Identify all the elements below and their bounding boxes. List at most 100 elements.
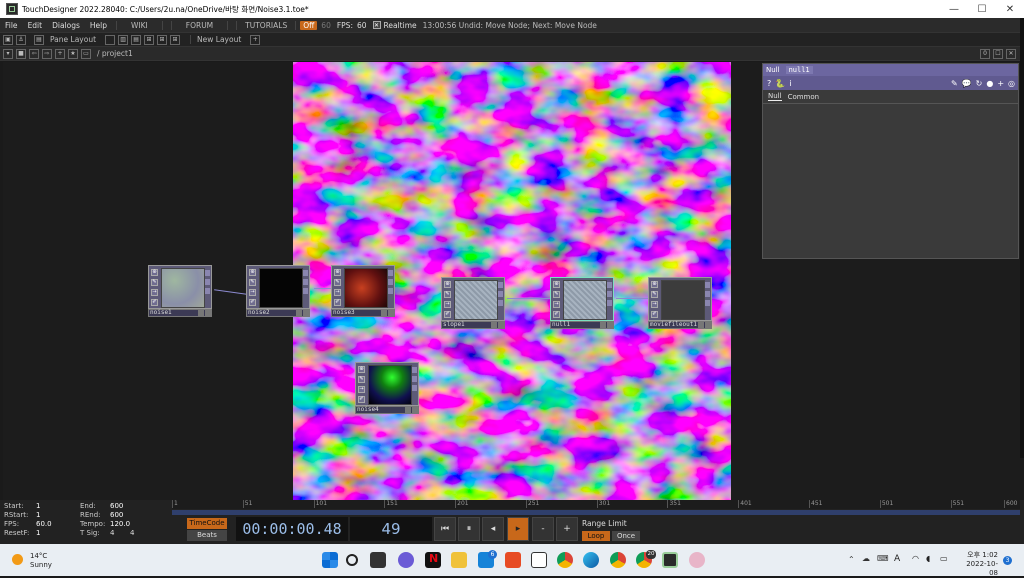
- notion-icon[interactable]: [531, 552, 547, 568]
- menu-dialogs[interactable]: Dialogs: [47, 21, 85, 30]
- tsig-label: T Sig:: [80, 529, 100, 537]
- stop-icon[interactable]: ■: [16, 48, 26, 59]
- pause-button[interactable]: ⏸: [458, 517, 480, 541]
- scrollbar[interactable]: [1020, 18, 1024, 458]
- maximize-pane-icon[interactable]: ☐: [993, 48, 1003, 59]
- pane-split-icon[interactable]: ▣: [3, 34, 13, 45]
- task-view-icon[interactable]: [370, 552, 386, 568]
- target-icon[interactable]: ◎: [1008, 79, 1015, 88]
- ruler-tick: 251: [525, 500, 540, 508]
- beats-toggle[interactable]: Beats: [187, 530, 227, 541]
- notification-badge[interactable]: 3: [1003, 556, 1012, 565]
- comment-icon[interactable]: 💬: [962, 79, 972, 88]
- back-icon[interactable]: ⇦: [29, 48, 39, 59]
- pane-layout-button[interactable]: Pane Layout: [44, 35, 102, 44]
- folder-icon[interactable]: ▭: [81, 48, 91, 59]
- layout-2-icon[interactable]: ▥: [118, 34, 129, 45]
- chrome-profile-icon[interactable]: [610, 552, 626, 568]
- add-icon[interactable]: +: [997, 79, 1004, 88]
- menu-edit[interactable]: Edit: [23, 21, 48, 30]
- wiki-button[interactable]: WIKI: [116, 20, 163, 30]
- tutorials-button[interactable]: TUTORIALS: [236, 20, 297, 30]
- info-icon[interactable]: i: [789, 79, 791, 88]
- close-pane-icon[interactable]: ✕: [1006, 48, 1016, 59]
- edge-icon[interactable]: [583, 552, 599, 568]
- once-button[interactable]: Once: [612, 531, 640, 541]
- step-forward-button[interactable]: +: [556, 517, 578, 541]
- file-explorer-icon[interactable]: [451, 552, 467, 568]
- rstart-field[interactable]: 1: [36, 511, 80, 520]
- ime-indicator[interactable]: A: [894, 554, 900, 564]
- start-field[interactable]: 1: [36, 502, 80, 511]
- keyboard-icon[interactable]: ⌨: [877, 554, 889, 563]
- minimize-button[interactable]: —: [940, 0, 968, 18]
- battery-icon[interactable]: ▭: [940, 554, 948, 563]
- perf-mode-badge[interactable]: Off: [300, 20, 318, 30]
- menu-file[interactable]: File: [0, 21, 23, 30]
- app-icon[interactable]: [689, 552, 705, 568]
- layout-6-icon[interactable]: ⊞: [170, 34, 181, 45]
- operator-name-field[interactable]: null1: [785, 66, 813, 74]
- tsig-field-1[interactable]: 4: [110, 529, 130, 538]
- tsig-field-2[interactable]: 4: [130, 529, 134, 538]
- netflix-icon[interactable]: N: [425, 552, 441, 568]
- close-button[interactable]: ✕: [996, 0, 1024, 18]
- loop-button[interactable]: Loop: [582, 531, 610, 541]
- chevron-down-icon[interactable]: ▾: [3, 48, 13, 59]
- chrome-icon[interactable]: [557, 552, 573, 568]
- add-layout-button[interactable]: +: [250, 34, 261, 45]
- timeline-range-bar[interactable]: [172, 510, 1020, 515]
- new-layout-button[interactable]: New Layout: [190, 35, 247, 44]
- layout-3-icon[interactable]: ▤: [131, 34, 142, 45]
- edit-icon[interactable]: ✎: [951, 79, 958, 88]
- timeline-ruler[interactable]: 1 51 101 151 201 251 301 351 401 451 501 551 600: [172, 500, 1020, 509]
- search-icon[interactable]: [346, 554, 358, 566]
- add-operator-icon[interactable]: +: [55, 48, 65, 59]
- help-icon[interactable]: ?: [767, 79, 771, 88]
- counter-box: 0: [980, 48, 990, 59]
- anchor-icon[interactable]: ⚓: [16, 34, 26, 45]
- wire-slope1-null1: [507, 298, 551, 299]
- weather-widget[interactable]: 14°C Sunny: [30, 552, 52, 570]
- tab-null[interactable]: Null: [768, 92, 782, 101]
- date: 2022-10-08: [966, 560, 998, 577]
- wifi-icon[interactable]: ◠: [912, 554, 919, 563]
- step-back-button[interactable]: -: [532, 517, 554, 541]
- maximize-button[interactable]: ☐: [968, 0, 996, 18]
- cloud-icon[interactable]: ☁: [862, 554, 870, 563]
- ruler-tick: 401: [738, 500, 752, 508]
- layout-4-icon[interactable]: ⊞: [144, 34, 155, 45]
- timecode-toggle[interactable]: TimeCode: [187, 518, 227, 529]
- fps-field[interactable]: 60.0: [36, 520, 80, 529]
- volume-icon[interactable]: ◖: [926, 554, 930, 563]
- rend-field[interactable]: 600: [110, 511, 154, 520]
- play-button[interactable]: ▸: [507, 517, 529, 541]
- refresh-icon[interactable]: ↻: [976, 79, 983, 88]
- rstart-label: RStart:: [4, 511, 29, 519]
- forward-icon[interactable]: ⇨: [42, 48, 52, 59]
- network-path[interactable]: / project1: [91, 49, 139, 58]
- clock[interactable]: 오후 1:02 2022-10-08: [958, 551, 998, 578]
- timecode-display[interactable]: 00:00:00.48: [236, 517, 348, 541]
- realtime-checkbox[interactable]: ✕: [372, 21, 381, 29]
- tab-common[interactable]: Common: [788, 93, 820, 101]
- tempo-field[interactable]: 120.0: [110, 520, 154, 529]
- layout-1-icon[interactable]: [105, 34, 116, 45]
- python-icon[interactable]: 🐍: [775, 79, 785, 88]
- office-icon[interactable]: [505, 552, 521, 568]
- chat-icon[interactable]: [398, 552, 414, 568]
- chevron-up-icon[interactable]: ⌃: [848, 555, 855, 564]
- forum-button[interactable]: FORUM: [170, 20, 229, 30]
- start-icon[interactable]: [322, 552, 338, 568]
- touchdesigner-taskbar-icon[interactable]: [662, 552, 678, 568]
- reverse-button[interactable]: ◂: [482, 517, 504, 541]
- layout-5-icon[interactable]: ⊞: [157, 34, 168, 45]
- rewind-button[interactable]: ⏮: [434, 517, 456, 541]
- frame-display[interactable]: 49: [350, 517, 432, 541]
- end-field[interactable]: 600: [110, 502, 154, 511]
- star-icon[interactable]: ★: [68, 48, 78, 59]
- pane-layout-icon[interactable]: ▤: [34, 34, 44, 45]
- resetf-field[interactable]: 1: [36, 529, 80, 538]
- color-wheel-icon[interactable]: ●: [986, 79, 993, 88]
- menu-help[interactable]: Help: [85, 21, 112, 30]
